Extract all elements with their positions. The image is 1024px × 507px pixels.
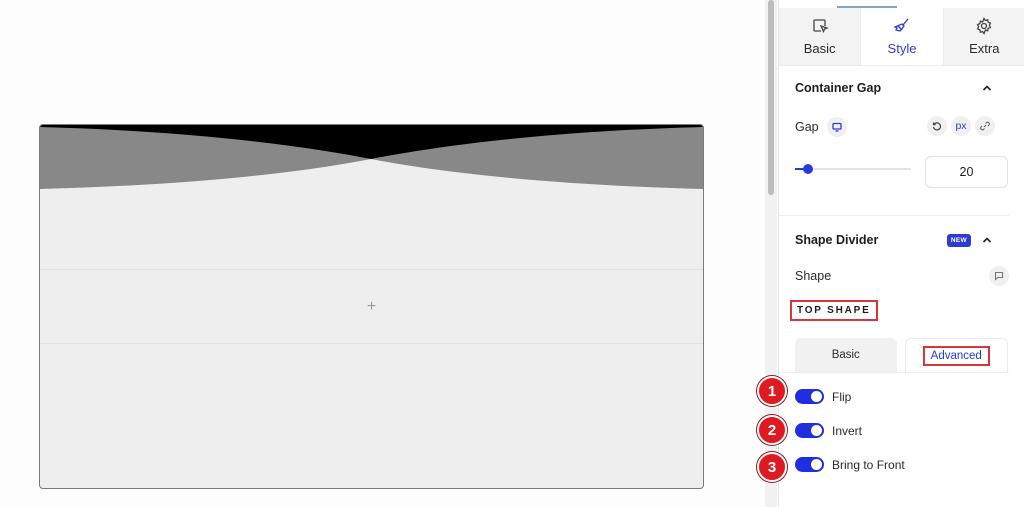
paintbrush-icon <box>893 18 909 32</box>
subtab-basic-label: Basic <box>831 349 860 361</box>
new-badge: NEW <box>946 233 971 247</box>
container-gap-section: Container Gap Gap px <box>779 66 1009 216</box>
unit-selector[interactable]: px <box>951 116 971 136</box>
chevron-up-icon[interactable] <box>981 234 993 246</box>
invert-label: Invert <box>832 423 863 438</box>
shape-divider-title: Shape Divider <box>795 233 879 247</box>
flip-toggle-row: Flip <box>795 389 851 404</box>
shape-row: Shape <box>795 269 831 283</box>
tab-basic[interactable]: Basic <box>779 8 860 65</box>
reset-icon[interactable] <box>927 116 947 136</box>
bring-to-front-toggle-row: Bring to Front <box>795 457 905 472</box>
flip-label: Flip <box>832 389 852 404</box>
container-block[interactable]: + <box>39 124 704 489</box>
gap-row: Gap <box>795 117 847 137</box>
bring-to-front-toggle[interactable] <box>795 457 824 472</box>
shape-divider-header[interactable]: Shape Divider NEW <box>795 230 993 250</box>
subtab-basic[interactable]: Basic <box>795 338 897 372</box>
subtab-advanced[interactable]: Advanced <box>904 338 1008 372</box>
invert-toggle[interactable] <box>795 423 824 438</box>
flip-toggle[interactable] <box>795 389 824 404</box>
desktop-icon[interactable] <box>826 117 847 137</box>
step-badge-1: 1 <box>757 376 787 406</box>
step-badge-3: 3 <box>757 452 787 482</box>
gear-icon <box>977 17 992 35</box>
settings-panel: Basic Style Extra Container Gap Gap px 2… <box>778 0 1024 507</box>
editor-canvas: + <box>0 0 760 507</box>
panel-tabs: Basic Style Extra <box>779 8 1024 66</box>
link-icon[interactable] <box>975 116 995 136</box>
invert-toggle-row: Invert <box>795 423 862 438</box>
gap-unit-controls: px <box>927 116 995 136</box>
shape-divider-section: Shape Divider NEW Shape TOP SHAPE Basic … <box>779 216 1009 507</box>
container-gap-header[interactable]: Container Gap <box>795 78 993 98</box>
cursor-select-icon <box>813 19 829 34</box>
gap-value-input[interactable] <box>925 156 1008 188</box>
chevron-up-icon[interactable] <box>981 82 993 94</box>
top-shape-label: TOP SHAPE <box>790 300 878 321</box>
scrollbar-thumb[interactable] <box>768 0 774 195</box>
tab-style[interactable]: Style <box>860 8 944 65</box>
shape-label: Shape <box>795 269 832 283</box>
container-gap-title: Container Gap <box>795 81 882 95</box>
add-element-icon[interactable]: + <box>367 298 376 315</box>
slider-handle[interactable] <box>803 164 813 174</box>
empty-inner-container[interactable]: + <box>40 269 703 344</box>
gap-label: Gap <box>795 120 819 134</box>
tab-basic-label: Basic <box>803 41 836 56</box>
shape-subtabs: Basic Advanced <box>795 338 1008 372</box>
tab-extra[interactable]: Extra <box>944 8 1024 65</box>
shape-picker-icon[interactable] <box>989 266 1009 286</box>
top-shape-divider <box>40 125 703 192</box>
divider <box>779 372 1009 373</box>
tab-extra-label: Extra <box>969 41 1000 56</box>
subtab-advanced-label: Advanced <box>922 345 990 366</box>
step-badge-2: 2 <box>757 415 787 445</box>
bring-to-front-label: Bring to Front <box>832 457 905 472</box>
gap-slider[interactable] <box>795 164 911 174</box>
tab-style-label: Style <box>887 41 917 56</box>
